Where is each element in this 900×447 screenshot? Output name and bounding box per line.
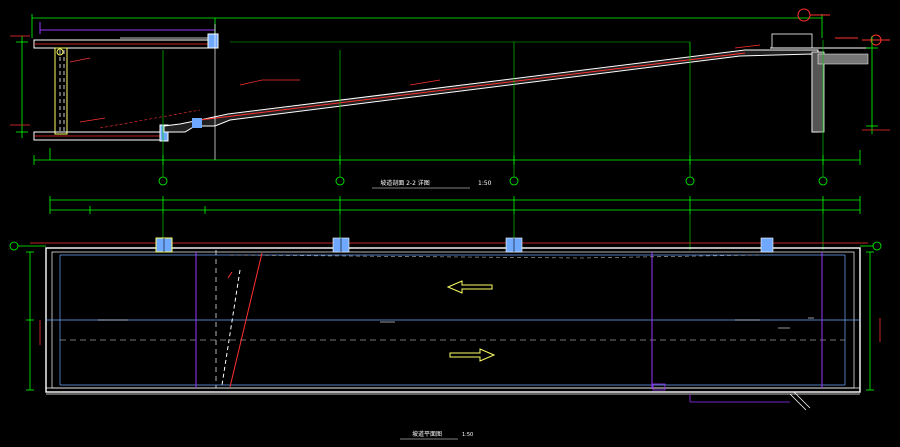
plan-top-dimensions <box>49 196 861 214</box>
upper-slab <box>33 33 219 49</box>
plan-interior-lines <box>46 250 860 388</box>
arrow-right-icon <box>449 348 496 362</box>
section-grid-bubbles <box>158 176 828 186</box>
plan-scale: 1:50 <box>462 432 473 438</box>
plan-grid-lines <box>162 214 824 250</box>
plan-columns <box>155 237 774 253</box>
plan-side-dimensions <box>26 251 881 391</box>
right-wall <box>770 33 870 133</box>
section-bottom-dimensions <box>33 148 861 165</box>
plan-drawing: 坡道平面图 1:50 <box>9 196 882 440</box>
cad-drawing: 坡道剖面 2-2 详图 1:50 坡道平面图 1:50 <box>9 8 890 440</box>
section-scale: 1:50 <box>478 180 492 187</box>
section-left-dimensions <box>10 35 30 138</box>
plan-outer-walls <box>45 247 861 395</box>
ramp-slab <box>99 49 819 133</box>
door-marker <box>54 47 68 135</box>
plan-title: 坡道平面图 <box>412 430 442 438</box>
arrow-left-icon <box>446 280 493 294</box>
plan-small-marks <box>98 317 814 329</box>
section-axis-lines <box>39 22 691 60</box>
section-drawing: 坡道剖面 2-2 详图 1:50 <box>10 8 890 189</box>
section-leaders <box>69 44 761 123</box>
direction-arrows <box>446 280 496 362</box>
section-title: 坡道剖面 2-2 详图 <box>380 179 430 187</box>
lower-slab <box>33 124 169 142</box>
section-right-dimensions <box>862 36 890 134</box>
section-top-dimensions <box>31 14 823 39</box>
section-grid-lines <box>162 24 824 182</box>
